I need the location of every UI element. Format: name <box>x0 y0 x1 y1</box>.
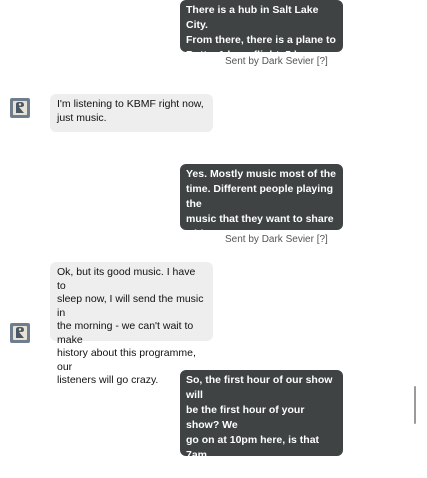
outgoing-message-bubble: There is a hub in Salt Lake City. From t… <box>180 0 343 76</box>
outgoing-message-bubble: So, the first hour of our show will be t… <box>180 370 343 476</box>
incoming-message-bubble: Ok, but its good music. I have to sleep … <box>50 262 213 386</box>
sent-by-marker[interactable]: [?] <box>317 234 328 245</box>
contact-avatar-icon[interactable] <box>10 98 30 118</box>
message-text: I'm listening to KBMF right now, just mu… <box>57 98 204 124</box>
incoming-message-bubble: I'm listening to KBMF right now, just mu… <box>50 94 213 132</box>
sent-by-line: Sent by Dark Sevier [?] <box>225 56 328 67</box>
outgoing-message-bubble: Yes. Mostly music most of the time. Diff… <box>180 164 343 255</box>
message-text: So, the first hour of our show will be t… <box>186 374 333 476</box>
scrollbar-thumb[interactable] <box>414 386 416 424</box>
sent-by-label: Sent by Dark Sevier <box>225 234 314 245</box>
sent-by-label: Sent by Dark Sevier <box>225 56 314 67</box>
sent-by-marker[interactable]: [?] <box>317 56 328 67</box>
contact-avatar-icon[interactable] <box>10 323 30 343</box>
sent-by-line: Sent by Dark Sevier [?] <box>225 234 328 245</box>
